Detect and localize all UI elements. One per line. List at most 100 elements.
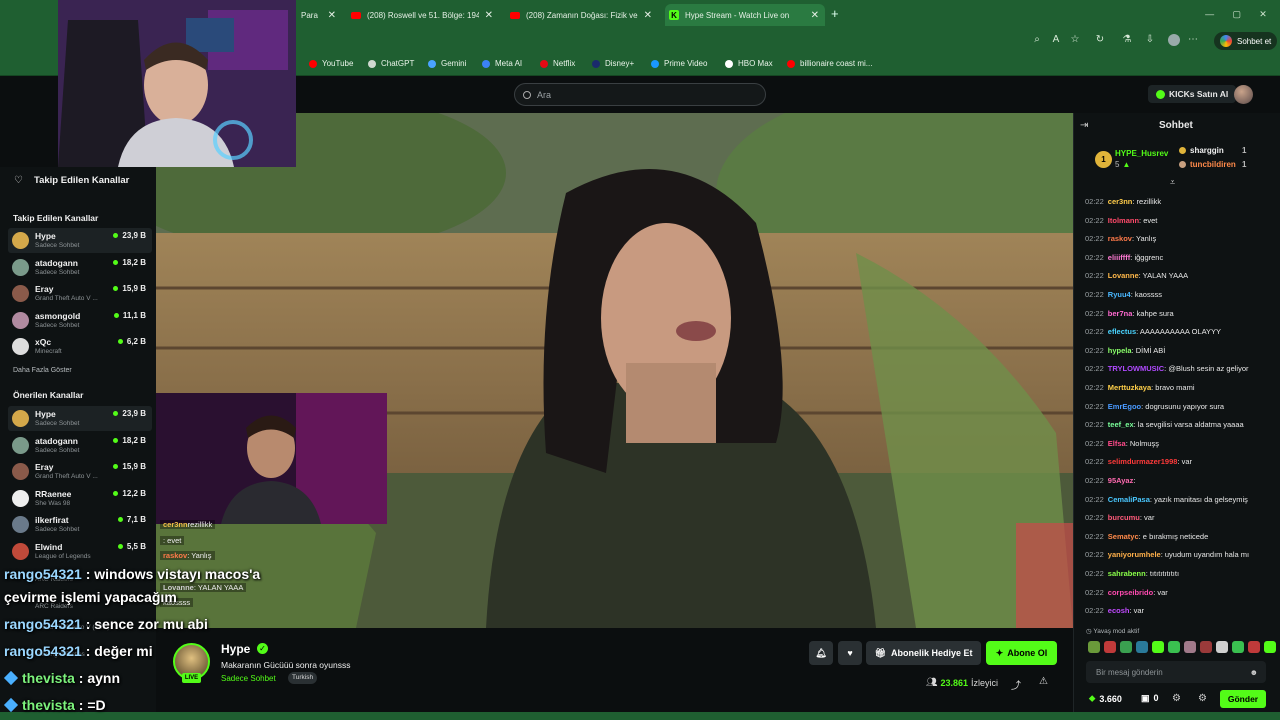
refresh-icon[interactable]: ↻ bbox=[1094, 34, 1106, 46]
bookmark-item[interactable]: HBO Max bbox=[725, 59, 773, 68]
notification-bell-button[interactable]: 🔔︎ bbox=[809, 641, 833, 665]
message-username[interactable]: Lovanne bbox=[1108, 271, 1139, 280]
settings-gear-icon[interactable]: ⚙ bbox=[1172, 693, 1181, 704]
emote-icon[interactable] bbox=[1216, 641, 1228, 653]
message-username[interactable]: hypela bbox=[1108, 346, 1132, 355]
emoji-picker-icon[interactable]: ☻ bbox=[1250, 668, 1258, 677]
bookmark-item[interactable]: YouTube bbox=[309, 59, 353, 68]
chat-settings-icon[interactable]: ⚙ bbox=[1198, 693, 1207, 704]
message-username[interactable]: Elfsa bbox=[1108, 439, 1126, 448]
message-username[interactable]: burcumu bbox=[1108, 513, 1140, 522]
browser-tab[interactable]: (208) Roswell ve 51. Bölge: 1947'd ✕ bbox=[347, 4, 499, 26]
search-input[interactable]: Ara bbox=[514, 83, 766, 106]
bookmark-item[interactable]: billionaire coast mi... bbox=[787, 59, 872, 68]
message-username[interactable]: Sematyc bbox=[1108, 532, 1139, 541]
kicks-balance[interactable]: ▣ 0 bbox=[1141, 693, 1159, 704]
minimize-icon[interactable]: — bbox=[1205, 9, 1214, 20]
leaderboard-user[interactable]: HYPE_Husrev bbox=[1115, 149, 1168, 158]
emote-icon[interactable] bbox=[1120, 641, 1132, 653]
emote-icon[interactable] bbox=[1104, 641, 1116, 653]
more-menu-icon[interactable]: ⋯ bbox=[1187, 34, 1199, 46]
emote-icon[interactable] bbox=[1168, 641, 1180, 653]
sidebar-channel[interactable]: Hype Sadece Sohbet 23,9 B bbox=[8, 406, 152, 431]
message-username[interactable]: corpseibrido bbox=[1108, 588, 1153, 597]
close-tab-icon[interactable]: ✕ bbox=[322, 10, 342, 21]
emote-icon[interactable] bbox=[1200, 641, 1212, 653]
emote-icon[interactable] bbox=[1232, 641, 1244, 653]
message-username[interactable]: eliiiffff bbox=[1108, 253, 1131, 262]
read-aloud-icon[interactable]: A bbox=[1050, 34, 1062, 46]
message-username[interactable]: Ryuu4 bbox=[1108, 290, 1131, 299]
message-username[interactable]: sahrabenn bbox=[1108, 569, 1146, 578]
message-username[interactable]: CemaliPasa bbox=[1108, 495, 1150, 504]
message-username[interactable]: EmrEgoo bbox=[1108, 402, 1141, 411]
emote-icon[interactable] bbox=[1248, 641, 1260, 653]
heart-icon[interactable]: ♡ bbox=[14, 175, 23, 186]
message-username[interactable]: ber7na bbox=[1108, 309, 1133, 318]
bookmark-item[interactable]: ChatGPT bbox=[368, 59, 414, 68]
message-username[interactable]: selimdurmazer1998 bbox=[1108, 457, 1178, 466]
browser-tab[interactable]: K Hype Stream - Watch Live on ✕ bbox=[665, 4, 825, 26]
close-window-icon[interactable]: ✕ bbox=[1259, 9, 1267, 20]
bookmark-item[interactable]: Gemini bbox=[428, 59, 466, 68]
sidebar-channel[interactable]: RRaenee She Was 98 12,2 B bbox=[8, 486, 152, 511]
message-username[interactable]: TRYLOWMUSIC bbox=[1108, 364, 1164, 373]
message-username[interactable]: cer3nn bbox=[1108, 197, 1133, 206]
leaderboard-user[interactable]: sharggin bbox=[1179, 146, 1224, 155]
emote-icon[interactable] bbox=[1184, 641, 1196, 653]
sidebar-channel[interactable]: Elwind League of Legends 5,5 B bbox=[8, 539, 152, 564]
sidebar-channel[interactable]: asmongold Sadece Sohbet 11,1 B bbox=[8, 308, 152, 333]
profile-icon[interactable] bbox=[1168, 34, 1180, 46]
extensions-icon[interactable]: ⚗ bbox=[1121, 34, 1133, 46]
leaderboard-user[interactable]: tuncbildiren bbox=[1179, 160, 1236, 169]
stream-category[interactable]: Sadece Sohbet bbox=[221, 674, 276, 683]
message-username[interactable]: Itolmann bbox=[1108, 216, 1139, 225]
channel-points[interactable]: ⬥ 3.660 bbox=[1089, 693, 1122, 704]
zoom-icon[interactable]: ⌕ bbox=[1031, 34, 1043, 46]
new-tab-button[interactable]: + bbox=[831, 6, 839, 21]
sidebar-channel[interactable]: Hype Sadece Sohbet 23,9 B bbox=[8, 228, 152, 253]
bookmark-item[interactable]: Netflix bbox=[540, 59, 575, 68]
message-username[interactable]: raskov bbox=[1108, 234, 1132, 243]
sidebar-channel[interactable]: atadogann Sadece Sohbet 18,2 B bbox=[8, 433, 152, 458]
favorite-star-icon[interactable]: ☆ bbox=[1069, 34, 1081, 46]
show-more-link[interactable]: Daha Fazla Göster bbox=[13, 367, 72, 374]
bookmark-item[interactable]: Meta AI bbox=[482, 59, 522, 68]
emote-icon[interactable] bbox=[1152, 641, 1164, 653]
sidebar-channel[interactable]: xQc Minecraft 6,2 B bbox=[8, 334, 152, 359]
browser-tab[interactable]: (208) Zamanın Doğası: Fizik ve İns✕ bbox=[506, 4, 658, 26]
browser-tab[interactable]: Paralel E✕ bbox=[297, 4, 342, 26]
sidebar-channel[interactable]: atadogann Sadece Sohbet 18,2 B bbox=[8, 255, 152, 280]
close-tab-icon[interactable]: ✕ bbox=[638, 10, 658, 21]
close-tab-icon[interactable]: ✕ bbox=[805, 10, 825, 21]
emote-icon[interactable] bbox=[1088, 641, 1100, 653]
sidebar-channel[interactable]: Eray Grand Theft Auto V ... 15,9 B bbox=[8, 281, 152, 306]
video-player[interactable] bbox=[156, 113, 1073, 628]
collapse-chat-icon[interactable]: ⇥ bbox=[1080, 120, 1088, 131]
maximize-icon[interactable]: ▢ bbox=[1232, 9, 1241, 20]
message-username[interactable]: ecosh bbox=[1108, 606, 1130, 615]
sidebar-channel[interactable]: ilkerfirat Sadece Sohbet 7,1 B bbox=[8, 512, 152, 537]
message-username[interactable]: teef_ex bbox=[1108, 420, 1134, 429]
chat-message-input[interactable]: Bir mesaj gönderin ☻ bbox=[1086, 661, 1266, 683]
sidebar-channel[interactable]: Eray Grand Theft Auto V ... 15,9 B bbox=[8, 459, 152, 484]
channel-name[interactable]: Hype bbox=[221, 642, 250, 656]
message-username[interactable]: Merttuzkaya bbox=[1108, 383, 1151, 392]
download-icon[interactable]: ⇩ bbox=[1144, 34, 1156, 46]
follow-heart-button[interactable]: ♥ bbox=[838, 641, 862, 665]
emote-icon[interactable] bbox=[1136, 641, 1148, 653]
gift-subscription-button[interactable]: 🎁︎ Abonelik Hediye Et bbox=[866, 641, 981, 665]
bookmark-item[interactable]: Disney+ bbox=[592, 59, 634, 68]
emote-icon[interactable] bbox=[1264, 641, 1276, 653]
message-username[interactable]: yaniyorumhele bbox=[1108, 550, 1161, 559]
buy-kicks-button[interactable]: KICKs Satın Al bbox=[1148, 85, 1237, 103]
message-username[interactable]: eflectus bbox=[1108, 327, 1136, 336]
language-tag[interactable]: Turkish bbox=[288, 672, 318, 684]
subscribe-button[interactable]: ✦ Abone Ol bbox=[986, 641, 1057, 665]
expand-leaderboard-icon[interactable]: ⩡ bbox=[1170, 177, 1175, 188]
user-avatar[interactable] bbox=[1234, 85, 1253, 104]
share-icon[interactable]: ⤴ bbox=[1011, 677, 1021, 692]
copilot-chat-button[interactable]: Sohbet et bbox=[1214, 32, 1278, 50]
report-icon[interactable]: ⚠ bbox=[1039, 676, 1048, 687]
send-button[interactable]: Gönder bbox=[1220, 690, 1266, 708]
